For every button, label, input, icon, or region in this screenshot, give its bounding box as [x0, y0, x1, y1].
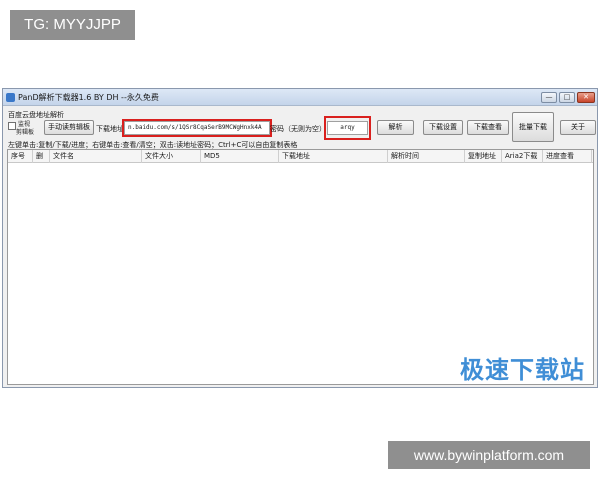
top-watermark: TG: MYYJJPP: [10, 10, 135, 40]
column-header[interactable]: MD5: [201, 150, 279, 163]
table-header: 序号 删 文件名 文件大小 MD5 下载地址 解析时间 复制地址 Aria2下载…: [8, 150, 593, 163]
password-highlight-box: [324, 116, 371, 140]
url-label: 下载地址: [96, 125, 124, 133]
title-bar[interactable]: PanD解析下载器1.6 BY DH --永久免费 — □ ✕: [3, 89, 597, 106]
monitor-clipboard-checkbox[interactable]: [8, 122, 16, 130]
maximize-button[interactable]: □: [559, 92, 575, 103]
section-label: 百度云盘地址解析: [8, 111, 64, 119]
column-header[interactable]: 进度查看: [543, 150, 592, 163]
parse-button[interactable]: 解析: [377, 120, 414, 135]
close-button[interactable]: ✕: [577, 92, 595, 103]
column-header[interactable]: 下载地址: [279, 150, 388, 163]
minimize-button[interactable]: —: [541, 92, 557, 103]
about-button[interactable]: 关于: [560, 120, 596, 135]
column-header[interactable]: 文件名: [50, 150, 142, 163]
column-header[interactable]: Aria2下载: [502, 150, 543, 163]
screenshot-page: TG: MYYJJPP PanD解析下载器1.6 BY DH --永久免费 — …: [0, 0, 600, 480]
password-label: 密码（无则为空）: [270, 125, 326, 133]
column-header[interactable]: 文件大小: [142, 150, 201, 163]
download-settings-button[interactable]: 下载设置: [423, 120, 463, 135]
column-header[interactable]: 复制地址: [465, 150, 502, 163]
column-header[interactable]: 序号: [8, 150, 33, 163]
manual-read-clipboard-button[interactable]: 手动读剪辑板: [44, 120, 94, 135]
column-header[interactable]: 解析时间: [388, 150, 465, 163]
site-logo: 极速下载站: [460, 356, 585, 384]
batch-download-button[interactable]: 批量下载: [512, 112, 554, 142]
app-window: PanD解析下载器1.6 BY DH --永久免费 — □ ✕ 百度云盘地址解析…: [2, 88, 598, 388]
monitor-label-line2: 剪辑板: [16, 129, 35, 136]
app-icon: [6, 93, 15, 102]
url-highlight-box: [122, 119, 272, 137]
window-title: PanD解析下载器1.6 BY DH --永久免费: [18, 93, 159, 102]
column-header[interactable]: 删: [33, 150, 50, 163]
bottom-watermark: www.bywinplatform.com: [388, 441, 590, 469]
download-view-button[interactable]: 下载查看: [467, 120, 509, 135]
